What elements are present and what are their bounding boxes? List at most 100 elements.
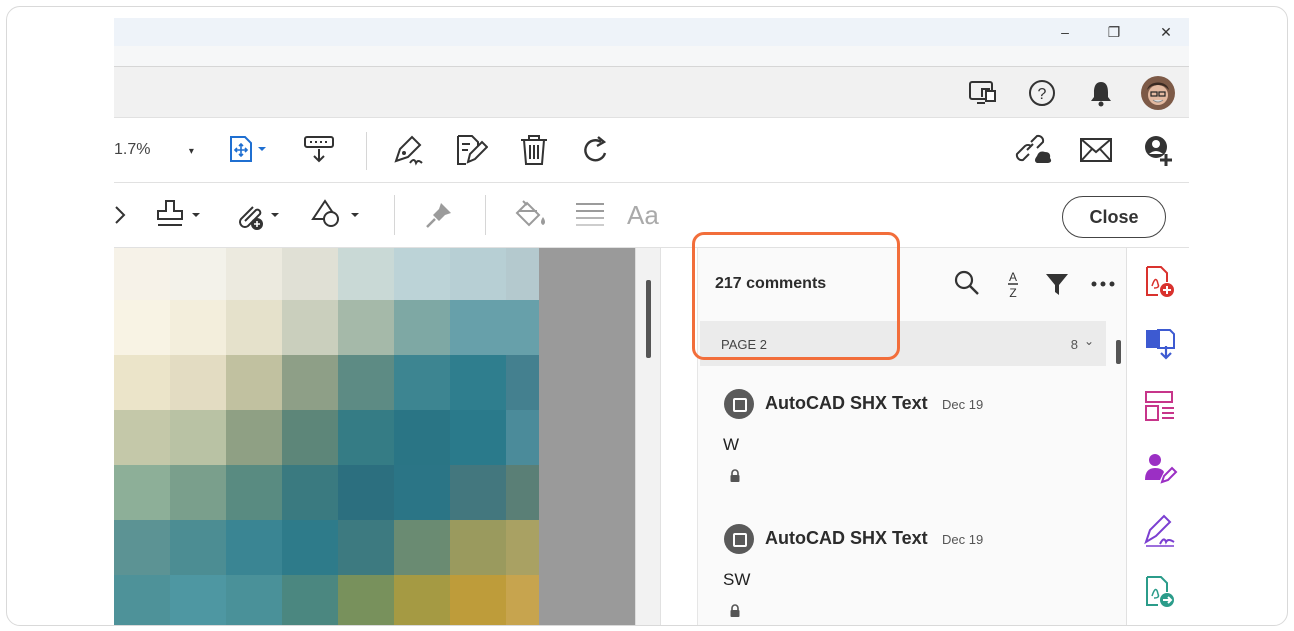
image-pixel-block (338, 465, 395, 521)
attach-file-icon[interactable] (231, 197, 283, 233)
shapes-tool-icon[interactable] (309, 197, 363, 233)
image-pixel-block (226, 465, 283, 521)
image-pixel-block (170, 355, 227, 411)
svg-text:A: A (1009, 270, 1017, 284)
toolbar-divider (394, 195, 395, 235)
image-pixel-block (226, 245, 283, 301)
image-pixel-block (506, 465, 563, 521)
image-pixel-block (338, 520, 395, 576)
scroll-mode-icon[interactable] (302, 134, 336, 164)
comment-author: AutoCAD SHX Text (765, 528, 928, 548)
more-options-icon[interactable] (1089, 274, 1117, 294)
fill-and-sign-icon[interactable] (1142, 512, 1178, 548)
rotate-icon[interactable] (579, 133, 613, 167)
comment-toolbar: Aa (114, 183, 1189, 248)
line-style-icon[interactable] (572, 199, 608, 229)
create-pdf-icon[interactable] (1142, 264, 1176, 300)
image-pixel-block (506, 355, 563, 411)
comment-item[interactable]: AutoCAD SHX Text Dec 19 W (700, 389, 1106, 489)
organize-pages-icon[interactable] (1142, 388, 1178, 424)
title-bar: – ❐ ✕ (114, 18, 1189, 46)
image-pixel-block (226, 300, 283, 356)
share-link-icon[interactable] (1015, 132, 1055, 168)
filter-icon[interactable] (1043, 270, 1071, 298)
sort-icon[interactable]: AZ (1000, 268, 1026, 300)
image-pixel-block (114, 575, 171, 625)
image-pixel-block (338, 575, 395, 625)
email-icon[interactable] (1078, 134, 1114, 166)
image-pixel-block (506, 520, 563, 576)
toolbar-divider (485, 195, 486, 235)
menu-strip (114, 46, 1189, 67)
svg-text:?: ? (1038, 86, 1047, 103)
sign-pen-icon[interactable] (390, 133, 426, 167)
notifications-bell-icon[interactable] (1086, 78, 1116, 108)
export-pdf-icon[interactable] (1142, 326, 1178, 362)
image-pixel-block (114, 300, 171, 356)
chevron-down-icon[interactable]: ⌄ (1084, 334, 1094, 348)
text-format-icon[interactable]: Aa (627, 200, 659, 231)
toolbar-divider (366, 132, 367, 170)
image-pixel-block (394, 355, 451, 411)
restore-button[interactable]: ❐ (1099, 22, 1129, 42)
zoom-dropdown-caret[interactable]: ▾ (189, 146, 194, 157)
zoom-level-field[interactable]: 1.7% ▾ (114, 141, 194, 159)
page-fit-icon[interactable] (228, 134, 268, 164)
send-pdf-icon[interactable] (1142, 574, 1178, 610)
comment-type-icon (724, 524, 754, 554)
request-signature-icon[interactable] (1142, 450, 1178, 486)
image-pixel-block (506, 300, 563, 356)
pin-icon[interactable] (423, 199, 455, 231)
image-pixel-block (506, 575, 563, 625)
svg-text:Z: Z (1009, 286, 1016, 300)
add-user-icon[interactable] (1140, 132, 1176, 168)
header-bar: ? (114, 67, 1189, 118)
acrobat-window: – ❐ ✕ ? 1.7% ▾ Aa Close 217 comments A Z… (114, 18, 1189, 625)
comment-item[interactable]: AutoCAD SHX Text Dec 19 SW (700, 524, 1106, 624)
image-pixel-block (282, 300, 339, 356)
image-pixel-block (450, 300, 507, 356)
image-pixel-block (450, 465, 507, 521)
image-pixel-block (226, 355, 283, 411)
image-pixel-block (394, 520, 451, 576)
image-pixel-block (114, 355, 171, 411)
minimize-button[interactable]: – (1050, 22, 1080, 42)
highlight-tool-icon[interactable] (114, 201, 128, 229)
image-pixel-block (506, 410, 563, 466)
image-pixel-block (114, 245, 171, 301)
user-avatar[interactable] (1141, 76, 1175, 110)
page-group-count: 8 (1070, 337, 1078, 352)
image-pixel-block (450, 245, 507, 301)
image-pixel-block (282, 245, 339, 301)
image-pixel-block (394, 575, 451, 625)
search-icon[interactable] (952, 268, 982, 298)
edit-document-icon[interactable] (452, 132, 488, 168)
image-pixel-block (282, 355, 339, 411)
delete-trash-icon[interactable] (517, 132, 551, 168)
annotation-highlight-box (692, 232, 900, 360)
screenshot-frame: – ❐ ✕ ? 1.7% ▾ Aa Close 217 comments A Z… (6, 6, 1288, 626)
image-pixel-block (226, 575, 283, 625)
comment-date: Dec 19 (942, 532, 984, 547)
share-screen-icon[interactable] (967, 78, 999, 108)
image-pixel-block (338, 245, 395, 301)
help-icon[interactable]: ? (1026, 78, 1058, 108)
image-pixel-block (226, 410, 283, 466)
document-image-pixels (114, 245, 563, 625)
image-pixel-block (394, 410, 451, 466)
image-pixel-block (394, 465, 451, 521)
document-scrollbar-thumb[interactable] (646, 280, 651, 358)
comment-date: Dec 19 (942, 397, 984, 412)
comments-scrollbar-thumb[interactable] (1116, 340, 1121, 364)
image-pixel-block (170, 465, 227, 521)
image-pixel-block (450, 575, 507, 625)
fill-color-icon[interactable] (511, 197, 549, 233)
lock-icon (730, 469, 740, 482)
window-close-button[interactable]: ✕ (1151, 22, 1181, 42)
zoom-value: 1.7% (114, 141, 151, 158)
image-pixel-block (114, 410, 171, 466)
image-pixel-block (282, 410, 339, 466)
stamp-tool-icon[interactable] (154, 197, 204, 233)
image-pixel-block (282, 575, 339, 625)
close-tool-button[interactable]: Close (1062, 196, 1166, 238)
